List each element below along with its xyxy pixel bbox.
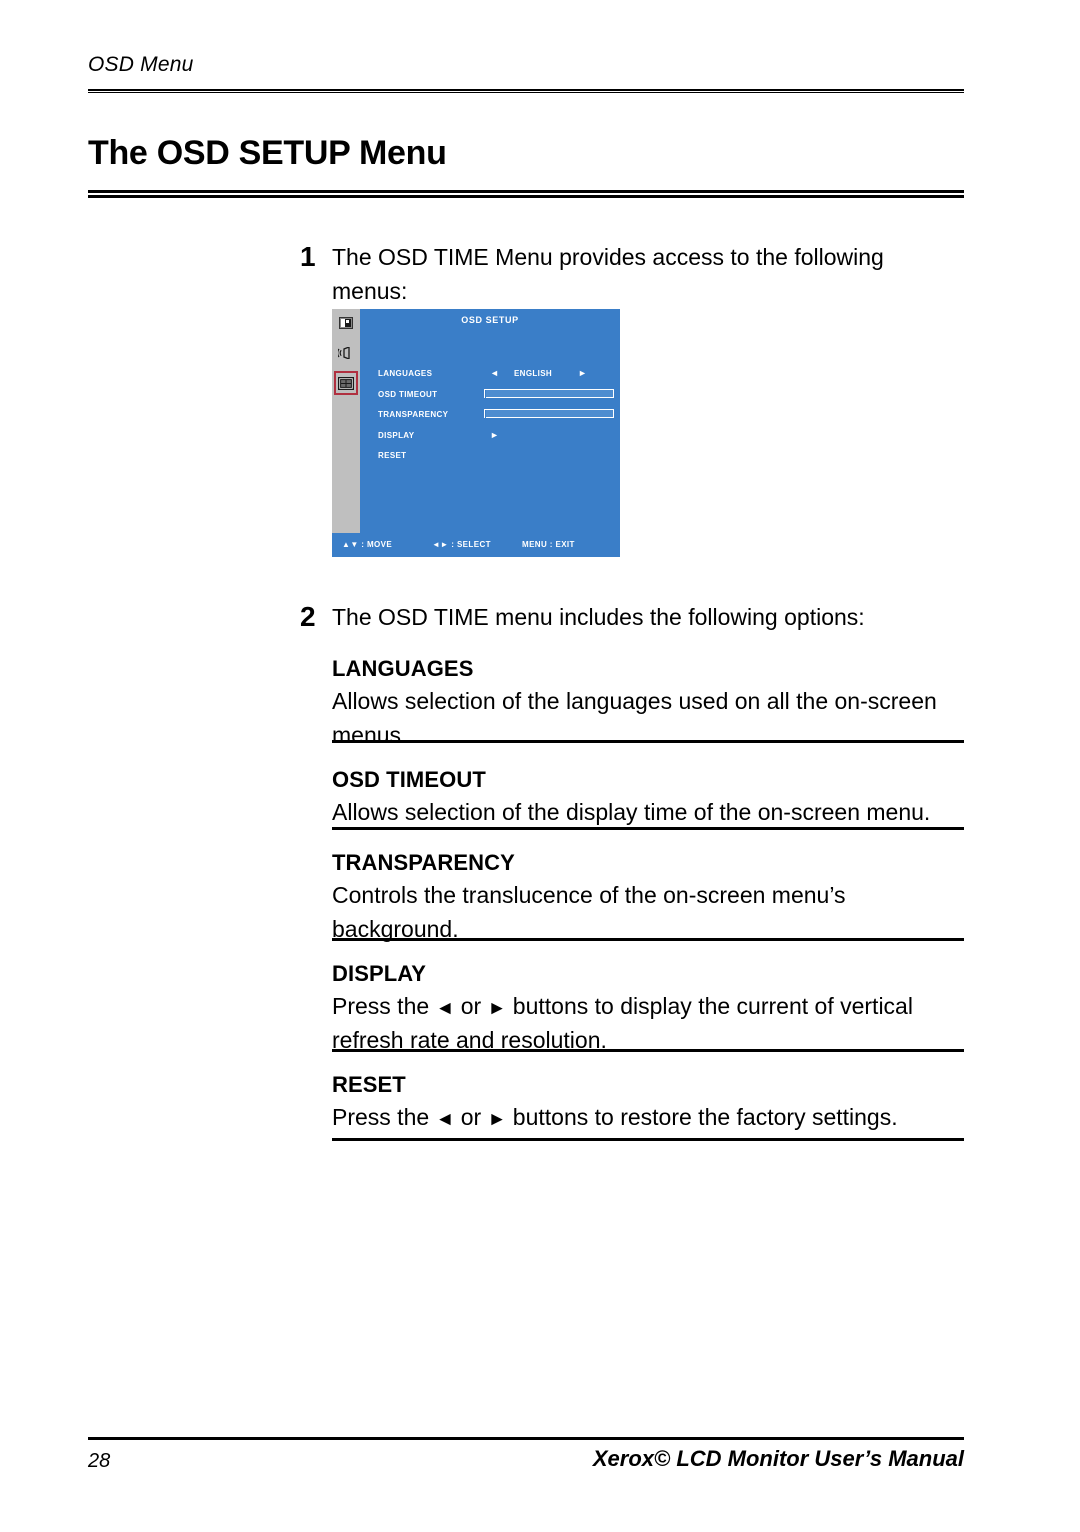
osd-row-languages[interactable]: LANGUAGES ◄ ENGLISH ► (378, 367, 620, 388)
step-1-text: The OSD TIME Menu provides access to the… (332, 244, 884, 304)
option-osd-timeout: OSD TIMEOUT Allows selection of the disp… (332, 765, 964, 831)
option-body-part: or (454, 1104, 488, 1130)
osd-hint-bar: ▲▼ : MOVE ◄► : SELECT MENU : EXIT (332, 533, 620, 557)
sound-icon[interactable] (336, 343, 356, 363)
step-1: 1 The OSD TIME Menu provides access to t… (300, 240, 964, 308)
header-rule (88, 89, 964, 93)
arrow-right-icon: ► (487, 998, 507, 1019)
arrow-left-icon: ◄ (435, 998, 455, 1019)
option-body: Press the ◄ or ► buttons to restore the … (332, 1100, 964, 1134)
osd-hint-move: ▲▼ : MOVE (342, 540, 393, 549)
option-heading: LANGUAGES (332, 656, 474, 681)
osd-row-value: ENGLISH (514, 369, 553, 378)
osd-row-reset[interactable]: RESET (378, 449, 620, 470)
page-number: 28 (88, 1450, 111, 1472)
osd-row-osd-timeout[interactable]: OSD TIMEOUT (378, 388, 620, 409)
option-languages: LANGUAGES Allows selection of the langua… (332, 654, 964, 752)
osd-row-label: OSD TIMEOUT (378, 389, 438, 399)
section-divider (332, 1049, 964, 1053)
option-body-part: buttons to restore the factory settings. (506, 1104, 898, 1130)
osd-row-label: DISPLAY (378, 430, 415, 440)
osd-row-display[interactable]: DISPLAY ► (378, 429, 620, 450)
arrow-left-icon: ◄ (435, 1109, 455, 1130)
arrow-left-icon[interactable]: ◄ (490, 368, 499, 378)
osd-timeout-slider[interactable] (484, 388, 614, 399)
osd-row-list: LANGUAGES ◄ ENGLISH ► OSD TIMEOUT TRANSP… (378, 367, 620, 470)
step-2: 2 The OSD TIME menu includes the followi… (300, 600, 964, 634)
option-body: Controls the translucence of the on-scre… (332, 882, 846, 942)
option-heading: DISPLAY (332, 961, 427, 986)
slider-fill (485, 410, 486, 419)
osd-row-label: RESET (378, 451, 407, 460)
osd-setup-screenshot: OSD SETUP LANGUAGES ◄ ENGLISH ► OSD TIME… (332, 309, 620, 557)
running-header: OSD Menu (88, 54, 964, 76)
arrow-right-icon[interactable]: ► (490, 430, 499, 440)
running-head-text: OSD Menu (88, 53, 194, 76)
step-1-number: 1 (300, 241, 316, 272)
page-title: The OSD SETUP Menu (88, 134, 447, 172)
picture-icon[interactable] (336, 313, 356, 333)
manual-page: OSD Menu The OSD SETUP Menu 1 The OSD TI… (0, 0, 1080, 1532)
option-heading: TRANSPARENCY (332, 850, 515, 875)
osd-sidebar (332, 309, 360, 557)
arrow-right-icon: ► (487, 1109, 507, 1130)
option-body-part: or (454, 993, 488, 1019)
option-display: DISPLAY Press the ◄ or ► buttons to disp… (332, 959, 964, 1057)
slider-fill (485, 389, 486, 399)
option-body: Press the ◄ or ► buttons to display the … (332, 989, 964, 1057)
step-2-text: The OSD TIME menu includes the following… (332, 604, 865, 630)
section-divider (332, 740, 964, 744)
osd-setup-icon[interactable] (334, 371, 358, 395)
option-transparency: TRANSPARENCY Controls the translucence o… (332, 848, 964, 946)
option-heading: OSD TIMEOUT (332, 767, 486, 792)
section-divider (332, 827, 964, 831)
osd-title: OSD SETUP (461, 315, 519, 325)
osd-row-transparency[interactable]: TRANSPARENCY (378, 408, 620, 429)
title-rule (88, 190, 964, 198)
section-divider (332, 1138, 964, 1142)
option-body-part: Press the (332, 1104, 436, 1130)
transparency-slider[interactable] (484, 409, 614, 419)
footer-rule (88, 1437, 964, 1441)
option-body-part: Press the (332, 993, 436, 1019)
option-body: Allows selection of the display time of … (332, 799, 931, 825)
osd-hint-select: ◄► : SELECT (432, 540, 491, 549)
osd-hint-exit: MENU : EXIT (522, 540, 575, 549)
osd-row-label: LANGUAGES (378, 369, 433, 378)
manual-title: Xerox© LCD Monitor User’s Manual (592, 1446, 964, 1471)
option-heading: RESET (332, 1072, 406, 1097)
arrow-right-icon[interactable]: ► (578, 368, 587, 378)
option-reset: RESET Press the ◄ or ► buttons to restor… (332, 1070, 964, 1141)
step-2-number: 2 (300, 601, 316, 632)
section-divider (332, 938, 964, 942)
osd-row-label: TRANSPARENCY (378, 410, 449, 419)
